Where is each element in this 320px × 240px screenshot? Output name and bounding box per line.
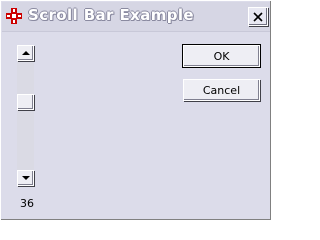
cancel-button[interactable]: Cancel: [183, 79, 260, 101]
window-title: Scroll Bar Example: [28, 6, 195, 24]
scroll-up-button[interactable]: [17, 45, 34, 61]
close-button[interactable]: [248, 7, 268, 26]
title-bar[interactable]: Scroll Bar Example: [2, 2, 270, 32]
app-icon: [5, 7, 23, 25]
close-icon: [253, 12, 263, 22]
scroll-value-label: 36: [20, 197, 34, 210]
vertical-scrollbar[interactable]: [17, 45, 34, 186]
ok-button[interactable]: OK: [182, 44, 261, 68]
scroll-thumb[interactable]: [17, 94, 34, 110]
scroll-down-button[interactable]: [17, 170, 34, 186]
arrow-up-icon: [22, 51, 30, 55]
arrow-down-icon: [22, 176, 30, 180]
dialog-window: Scroll Bar Example 36 OK Cancel: [0, 0, 272, 221]
